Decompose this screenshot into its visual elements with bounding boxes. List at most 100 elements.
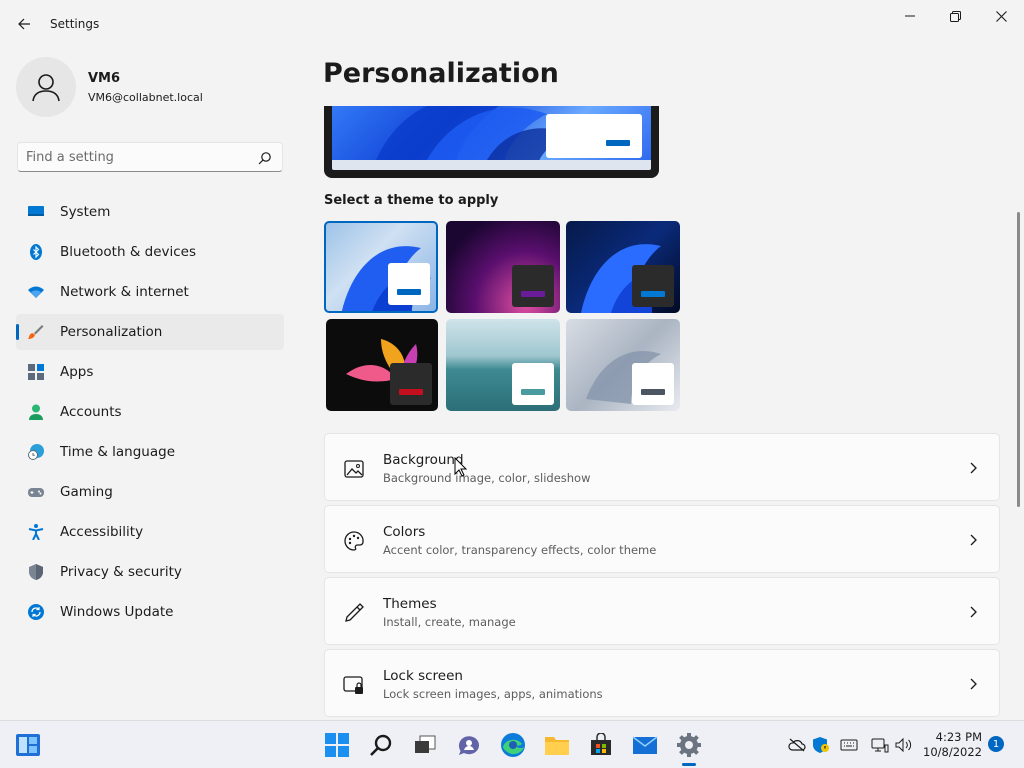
- sidebar-nav: System Bluetooth & devices Network & int…: [16, 194, 284, 634]
- chevron-right-icon: [970, 606, 977, 618]
- settings-icon: [677, 733, 701, 757]
- card-subtitle: Accent color, transparency effects, colo…: [383, 543, 657, 557]
- palette-icon: [344, 531, 364, 551]
- card-title: Lock screen: [383, 668, 463, 684]
- themes-label: Select a theme to apply: [324, 193, 499, 208]
- theme-accent-bar: [641, 291, 665, 297]
- mail-button[interactable]: [631, 731, 659, 759]
- active-app-indicator: [682, 763, 696, 766]
- task-view-icon: [415, 735, 436, 753]
- security-shield-icon[interactable]: [812, 737, 830, 753]
- themes-card[interactable]: Themes Install, create, manage: [324, 577, 1000, 645]
- content-scrollbar[interactable]: [1017, 212, 1020, 507]
- theme-mini-window: [512, 265, 554, 307]
- settings-taskbar-button[interactable]: [675, 731, 703, 759]
- start-icon: [325, 733, 349, 757]
- sidebar-item-label: Bluetooth & devices: [60, 244, 197, 260]
- onedrive-offline-icon[interactable]: [788, 737, 806, 753]
- start-button[interactable]: [323, 731, 351, 759]
- sidebar-item-windows-update[interactable]: Windows Update: [16, 594, 284, 630]
- sidebar-item-system[interactable]: System: [16, 194, 284, 230]
- restore-button[interactable]: [932, 4, 978, 28]
- keyboard-icon[interactable]: [840, 737, 858, 753]
- brush-icon: [28, 325, 44, 339]
- sidebar-item-label: Accessibility: [60, 524, 144, 540]
- theme-mini-window: [512, 363, 554, 405]
- user-profile[interactable]: VM6 VM6@collabnet.local: [16, 57, 286, 117]
- chat-button[interactable]: [455, 731, 483, 759]
- back-button[interactable]: [12, 12, 36, 36]
- sidebar-item-bluetooth[interactable]: Bluetooth & devices: [16, 234, 284, 270]
- accessibility-icon: [28, 524, 44, 540]
- sidebar-item-network[interactable]: Network & internet: [16, 274, 284, 310]
- theme-accent-bar: [641, 389, 665, 395]
- theme-windows-light[interactable]: [324, 221, 438, 313]
- volume-icon[interactable]: [895, 737, 913, 753]
- apps-icon: [28, 364, 44, 380]
- file-explorer-icon: [545, 737, 569, 755]
- lock-screen-icon: [343, 676, 363, 694]
- search-icon[interactable]: [258, 151, 272, 165]
- preview-accent-bar: [606, 140, 630, 146]
- sidebar-item-label: Personalization: [60, 324, 163, 340]
- back-arrow-icon: [18, 18, 30, 30]
- card-subtitle: Install, create, manage: [383, 615, 516, 629]
- bluetooth-icon: [30, 244, 42, 260]
- network-icon[interactable]: [871, 737, 889, 753]
- sidebar-item-label: Time & language: [60, 444, 176, 460]
- store-button[interactable]: [587, 731, 615, 759]
- minimize-button[interactable]: [887, 4, 933, 28]
- sidebar-item-personalization[interactable]: Personalization: [16, 314, 284, 350]
- theme-glow[interactable]: [446, 221, 560, 313]
- theme-mini-window: [632, 265, 674, 307]
- card-title: Background: [383, 452, 464, 468]
- sidebar-item-time-language[interactable]: Time & language: [16, 434, 284, 470]
- sidebar-item-privacy[interactable]: Privacy & security: [16, 554, 284, 590]
- file-explorer-button[interactable]: [543, 731, 571, 759]
- theme-mini-window: [388, 263, 430, 305]
- edge-button[interactable]: [499, 731, 527, 759]
- sidebar-item-gaming[interactable]: Gaming: [16, 474, 284, 510]
- theme-mini-window: [390, 363, 432, 405]
- preview-window: [546, 114, 642, 158]
- lock-screen-card[interactable]: Lock screen Lock screen images, apps, an…: [324, 649, 1000, 717]
- title-bar: Settings: [0, 0, 1024, 48]
- theme-captured-motion[interactable]: [326, 319, 438, 411]
- update-icon: [28, 604, 44, 620]
- theme-accent-bar: [521, 389, 545, 395]
- chevron-right-icon: [970, 678, 977, 690]
- wifi-icon: [28, 286, 44, 298]
- theme-flow[interactable]: [566, 319, 680, 411]
- theme-preview-wallpaper: [332, 106, 651, 170]
- background-card[interactable]: Background Background image, color, slid…: [324, 433, 1000, 501]
- card-subtitle: Background image, color, slideshow: [383, 471, 591, 485]
- gamepad-icon: [28, 488, 44, 497]
- task-view-button[interactable]: [411, 731, 439, 759]
- search-icon: [370, 734, 392, 756]
- sidebar-item-accessibility[interactable]: Accessibility: [16, 514, 284, 550]
- sidebar-item-apps[interactable]: Apps: [16, 354, 284, 390]
- sidebar-item-label: Gaming: [60, 484, 113, 500]
- close-button[interactable]: [978, 4, 1024, 28]
- colors-card[interactable]: Colors Accent color, transparency effect…: [324, 505, 1000, 573]
- taskbar-clock[interactable]: 4:23 PM 10/8/2022: [912, 730, 982, 760]
- edge-icon: [501, 733, 525, 757]
- theme-sunrise[interactable]: [446, 319, 560, 411]
- sidebar-item-label: Privacy & security: [60, 564, 182, 580]
- notification-badge[interactable]: 1: [988, 736, 1004, 752]
- sidebar-item-label: System: [60, 204, 111, 220]
- theme-accent-bar: [397, 289, 421, 295]
- theme-windows-dark[interactable]: [566, 221, 680, 313]
- person-icon: [29, 404, 43, 420]
- sidebar-item-accounts[interactable]: Accounts: [16, 394, 284, 430]
- card-subtitle: Lock screen images, apps, animations: [383, 687, 603, 701]
- taskbar-search-button[interactable]: [367, 731, 395, 759]
- search-input[interactable]: [26, 148, 246, 166]
- theme-preview: [324, 106, 659, 178]
- page-title: Personalization: [323, 58, 559, 89]
- widgets-button[interactable]: [14, 731, 42, 759]
- globe-clock-icon: [28, 444, 44, 460]
- search-box[interactable]: [17, 142, 283, 172]
- image-icon: [344, 460, 364, 478]
- chat-icon: [458, 736, 479, 755]
